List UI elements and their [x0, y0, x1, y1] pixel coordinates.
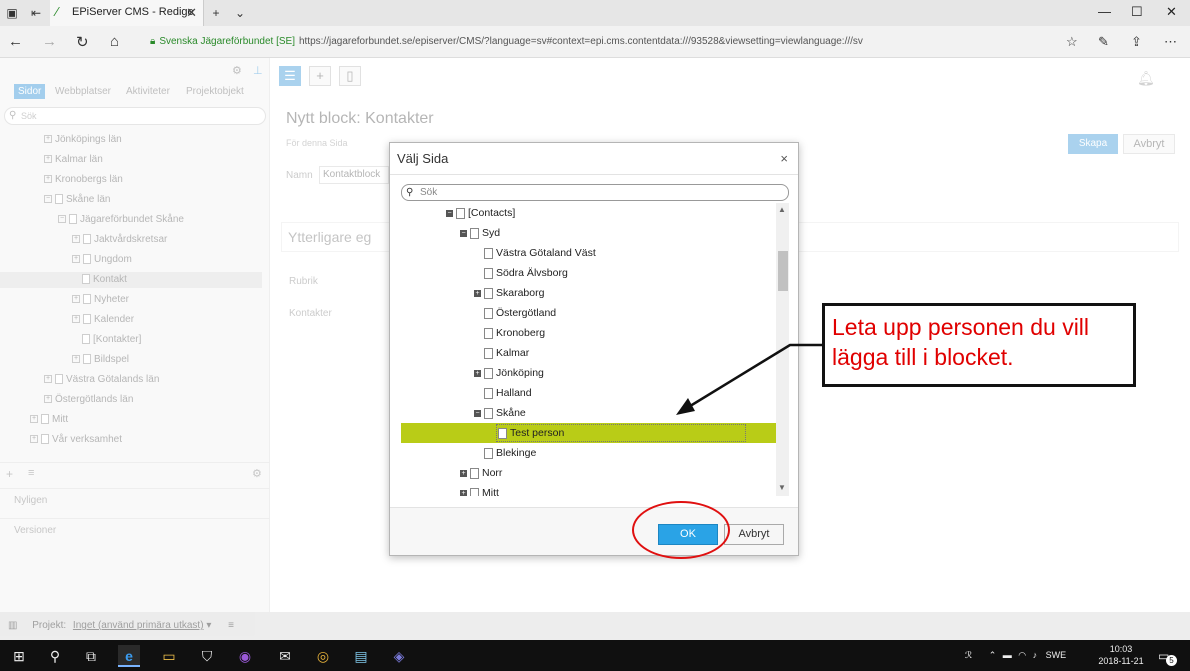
tree-item-skane[interactable]: − Skåne	[474, 403, 526, 423]
tab-actions-icon[interactable]: ▣	[4, 5, 20, 21]
tree-item-label: Jönköping	[496, 367, 544, 379]
edge-icon[interactable]: e	[118, 645, 140, 667]
scroll-thumb[interactable]	[778, 251, 788, 291]
search-icon[interactable]: ⚲	[44, 645, 66, 667]
tree-item-norr[interactable]: + Norr	[460, 463, 502, 483]
mail-icon[interactable]: ✉	[274, 645, 296, 667]
tree-item[interactable]: Kalmar	[484, 343, 529, 363]
tree-item-label: Test person	[510, 427, 565, 439]
dialog-search-input[interactable]: ⚲ Sök	[401, 184, 789, 201]
search-placeholder: Sök	[420, 187, 438, 198]
tree-item-label: Blekinge	[496, 447, 537, 459]
tree-item-label: Västra Götaland Väst	[496, 247, 596, 259]
notes-icon[interactable]: ▤	[350, 645, 372, 667]
dialog-title: Välj Sida	[397, 151, 449, 166]
tree-item-label: Skaraborg	[496, 287, 545, 299]
people-icon[interactable]: ℛ	[965, 650, 972, 660]
instruction-callout: Leta upp personen du vill lägga till i b…	[822, 303, 1136, 387]
tree-item-label: Halland	[496, 387, 532, 399]
new-tab-icon[interactable]: +	[208, 5, 224, 21]
forward-icon[interactable]: →	[42, 33, 57, 50]
tree-item-label: Skåne	[496, 407, 526, 419]
tree-item[interactable]: Östergötland	[484, 303, 556, 323]
action-center-icon[interactable]: ▭ 5	[1158, 648, 1177, 666]
episerver-favicon-icon: ⁄	[56, 4, 59, 19]
refresh-icon[interactable]: ↻	[76, 33, 89, 51]
selected-row-highlight	[401, 423, 776, 443]
tree-item[interactable]: Kronoberg	[484, 323, 545, 343]
ok-highlight-circle	[632, 501, 730, 559]
battery-icon[interactable]: ▬	[1003, 650, 1012, 660]
close-icon[interactable]: ×	[780, 151, 788, 166]
clock[interactable]: 10:03 2018-11-21	[1096, 643, 1146, 667]
tree-item-label: Norr	[482, 467, 503, 479]
url-field[interactable]: 🔒︎ Svenska Jägareförbundet [SE] https://ja…	[150, 32, 1040, 52]
dialog-footer: OK Avbryt	[390, 507, 798, 555]
tree-item[interactable]: Västra Götaland Väst	[484, 243, 596, 263]
home-icon[interactable]: ⌂	[110, 33, 119, 50]
tab-episerver[interactable]: ⁄ EPiServer CMS - Redige ✕	[50, 0, 204, 26]
tree-item-mitt[interactable]: + Mitt	[460, 483, 499, 496]
tab-preview-icon[interactable]: ⌄	[232, 5, 248, 21]
page-tree: − [Contacts] − Syd Västra Götaland Väst Sö…	[401, 203, 789, 496]
share-icon[interactable]: ⇪	[1131, 34, 1142, 50]
tree-item-label: Östergötland	[496, 307, 557, 319]
tree-item-syd[interactable]: − Syd	[460, 223, 500, 243]
minimize-icon[interactable]: —	[1098, 4, 1111, 19]
windows-taskbar: ⊞ ⚲ ⧉ e ▭ ⛉ ◉ ✉ ◎ ▤ ◈ ℛ ⌃ ▬ ◠ ♪ SWE 10:0…	[0, 640, 1190, 671]
tree-item-label: Syd	[482, 227, 501, 239]
address-bar: ← → ↻ ⌂ 🔒︎ Svenska Jägareförbundet [SE] ht…	[0, 26, 1190, 58]
notification-count: 5	[1166, 655, 1177, 666]
chrome-icon[interactable]: ◎	[312, 645, 334, 667]
tab-close-icon[interactable]: ✕	[186, 5, 197, 21]
more-icon[interactable]: ⋯	[1164, 34, 1177, 50]
maximize-icon[interactable]: ☐	[1131, 4, 1143, 20]
tree-item-label: Kronoberg	[496, 327, 546, 339]
wifi-icon[interactable]: ◠	[1018, 650, 1026, 660]
tree-item-label: Mitt	[482, 487, 499, 496]
tree-item-label: [Contacts]	[468, 207, 516, 219]
search-icon: ⚲	[406, 187, 414, 198]
file-explorer-icon[interactable]: ▭	[158, 645, 180, 667]
store-icon[interactable]: ⛉	[196, 645, 218, 667]
tree-item[interactable]: Södra Älvsborg	[484, 263, 568, 283]
scroll-up-icon[interactable]: ▲	[778, 205, 786, 214]
scroll-down-icon[interactable]: ▼	[778, 483, 786, 492]
url-text: https://jagareforbundet.se/episerver/CMS…	[298, 36, 863, 47]
window-close-icon[interactable]: ✕	[1166, 4, 1177, 20]
callout-text: Leta upp personen du vill lägga till i b…	[832, 314, 1090, 370]
tab-title: EPiServer CMS - Redige	[72, 6, 194, 18]
tree-item[interactable]: + Skaraborg	[474, 283, 544, 303]
task-view-icon[interactable]: ⧉	[80, 645, 102, 667]
set-aside-tabs-icon[interactable]: ⇤	[28, 5, 44, 21]
tree-item-contacts[interactable]: − [Contacts]	[446, 203, 515, 223]
select-page-dialog: Välj Sida × ⚲ Sök − [Contacts] − Syd Västr…	[389, 142, 799, 556]
language-indicator[interactable]: SWE	[1046, 650, 1067, 660]
system-tray: ℛ ⌃ ▬ ◠ ♪ SWE	[965, 650, 1066, 661]
tree-scrollbar[interactable]: ▲ ▼	[776, 203, 789, 496]
clock-time: 10:03	[1109, 644, 1133, 654]
clock-date: 2018-11-21	[1098, 656, 1144, 666]
tree-item-label: Södra Älvsborg	[496, 267, 568, 279]
dialog-header: Välj Sida ×	[390, 143, 798, 175]
tree-item[interactable]: Blekinge	[484, 443, 536, 463]
tray-chevron-icon[interactable]: ⌃	[989, 650, 997, 660]
tree-item-test-person[interactable]: Test person	[498, 423, 564, 443]
reading-list-icon[interactable]: ☆	[1066, 34, 1078, 50]
app-icon[interactable]: ◉	[234, 645, 256, 667]
back-icon[interactable]: ←	[8, 33, 23, 50]
browser-tab-bar: ▣ ⇤ ⁄ EPiServer CMS - Redige ✕ + ⌄ — ☐ ✕	[0, 0, 1190, 26]
pen-icon[interactable]: ✎	[1098, 34, 1109, 50]
windows-start-icon[interactable]: ⊞	[8, 645, 30, 667]
tree-item[interactable]: Halland	[484, 383, 532, 403]
site-identity: Svenska Jägareförbundet [SE]	[159, 36, 295, 47]
screen-tool-icon[interactable]: ◈	[388, 645, 410, 667]
tree-item[interactable]: + Jönköping	[474, 363, 544, 383]
cancel-button[interactable]: Avbryt	[724, 524, 784, 545]
tree-item-label: Kalmar	[496, 347, 530, 359]
lock-icon: 🔒︎	[150, 36, 156, 47]
volume-icon[interactable]: ♪	[1033, 650, 1038, 660]
